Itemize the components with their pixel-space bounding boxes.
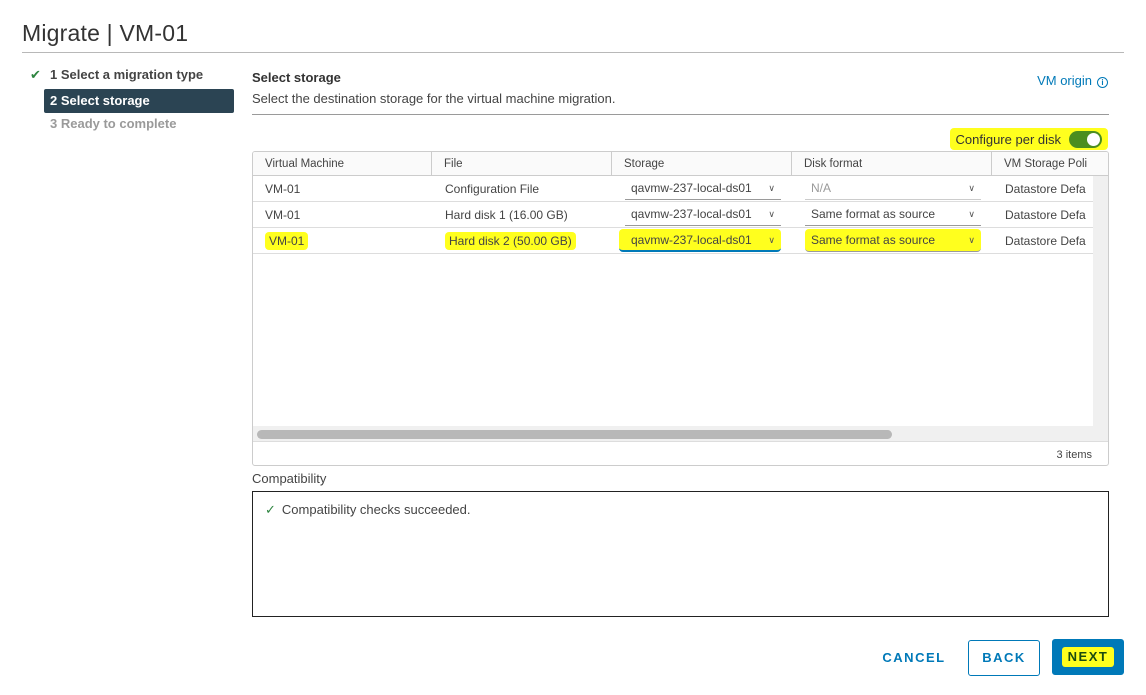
configure-per-disk-toggle[interactable]	[1069, 130, 1102, 148]
vm-cell: VM-01	[265, 208, 301, 222]
step-label: 1 Select a migration type	[50, 67, 204, 82]
disk-format-select[interactable]: Same format as source ∨	[805, 229, 981, 252]
compatibility-panel: ✓ Compatibility checks succeeded.	[252, 491, 1109, 617]
vm-cell: VM-01	[259, 228, 309, 254]
file-cell: Configuration File	[445, 182, 540, 196]
chevron-down-icon: ∨	[968, 183, 975, 193]
table-row: VM-01 Hard disk 2 (50.00 GB) qavmw-237-l…	[253, 228, 1093, 254]
column-header-vm-storage-policy[interactable]: VM Storage Poli	[992, 152, 1108, 176]
section-title: Select storage	[252, 70, 341, 85]
disk-format-select[interactable]: Same format as source ∨	[805, 203, 981, 226]
section-description: Select the destination storage for the v…	[252, 91, 616, 106]
vm-origin-label: VM origin	[1037, 73, 1092, 88]
step-ready-to-complete: 3 Ready to complete	[28, 113, 234, 138]
info-icon[interactable]: i	[1097, 77, 1108, 88]
column-header-disk-format[interactable]: Disk format	[792, 152, 992, 176]
disk-format-select: N/A ∨	[805, 177, 981, 200]
file-cell-value: Hard disk 2 (50.00 GB)	[445, 232, 576, 250]
storage-select[interactable]: qavmw-237-local-ds01 ∨	[625, 177, 781, 200]
chevron-down-icon: ∨	[968, 209, 975, 219]
compatibility-message-text: Compatibility checks succeeded.	[281, 502, 471, 517]
next-button-label: NEXT	[1061, 647, 1115, 667]
disk-format-select-value: N/A	[811, 181, 832, 195]
storage-select[interactable]: qavmw-237-local-ds01 ∨	[619, 229, 781, 252]
chevron-down-icon: ∨	[968, 235, 975, 245]
compatibility-message: ✓ Compatibility checks succeeded.	[265, 502, 471, 518]
cancel-button[interactable]: CANCEL	[872, 640, 956, 676]
step-select-storage[interactable]: 2 Select storage	[44, 89, 234, 113]
wizard-steps: ✔ 1 Select a migration type 2 Select sto…	[28, 64, 234, 138]
next-button[interactable]: NEXT	[1052, 639, 1124, 675]
checkmark-icon: ✔	[30, 67, 41, 82]
title-divider	[22, 52, 1124, 53]
chevron-down-icon: ∨	[768, 209, 775, 219]
vertical-scrollbar[interactable]	[1093, 176, 1108, 426]
chevron-down-icon: ∨	[768, 235, 775, 245]
toggle-knob	[1087, 132, 1100, 146]
storage-policy-cell: Datastore Defa	[1005, 234, 1086, 248]
step-select-migration-type[interactable]: ✔ 1 Select a migration type	[28, 64, 234, 89]
horizontal-scrollbar[interactable]	[253, 426, 1108, 441]
chevron-down-icon: ∨	[768, 183, 775, 193]
column-header-file[interactable]: File	[432, 152, 612, 176]
column-header-virtual-machine[interactable]: Virtual Machine	[253, 152, 432, 176]
table-row: VM-01 Hard disk 1 (16.00 GB) qavmw-237-l…	[253, 202, 1093, 228]
disk-format-select-value: Same format as source	[811, 207, 936, 221]
compatibility-label: Compatibility	[252, 471, 327, 486]
storage-select-value: qavmw-237-local-ds01	[631, 181, 752, 195]
item-count: 3 items	[1056, 449, 1092, 461]
configure-per-disk-toggle-row: Configure per disk	[949, 128, 1108, 150]
file-cell: Hard disk 2 (50.00 GB)	[439, 228, 587, 254]
table-row: VM-01 Configuration File qavmw-237-local…	[253, 176, 1093, 202]
vm-cell-value: VM-01	[265, 232, 309, 250]
scrollbar-thumb[interactable]	[257, 430, 892, 439]
step-label: 2 Select storage	[50, 93, 150, 108]
configure-per-disk-label: Configure per disk	[955, 131, 1062, 147]
storage-grid: Virtual Machine File Storage Disk format…	[252, 151, 1109, 466]
storage-policy-cell: Datastore Defa	[1005, 208, 1086, 222]
file-cell: Hard disk 1 (16.00 GB)	[445, 208, 568, 222]
back-button[interactable]: BACK	[968, 640, 1040, 676]
storage-select-value: qavmw-237-local-ds01	[631, 207, 752, 221]
step-label: 3 Ready to complete	[50, 116, 177, 131]
section-divider	[252, 114, 1109, 115]
storage-select-value: qavmw-237-local-ds01	[631, 233, 752, 247]
storage-policy-cell: Datastore Defa	[1005, 182, 1086, 196]
storage-select[interactable]: qavmw-237-local-ds01 ∨	[625, 203, 781, 226]
grid-header: Virtual Machine File Storage Disk format…	[253, 152, 1108, 176]
dialog-title: Migrate | VM-01	[22, 20, 189, 46]
vm-origin-link[interactable]: VM origin i	[1037, 73, 1108, 88]
column-header-storage[interactable]: Storage	[612, 152, 792, 176]
vm-cell: VM-01	[265, 182, 301, 196]
checkmark-icon: ✓	[265, 502, 276, 517]
disk-format-select-value: Same format as source	[811, 233, 936, 247]
grid-footer: 3 items	[253, 441, 1108, 465]
